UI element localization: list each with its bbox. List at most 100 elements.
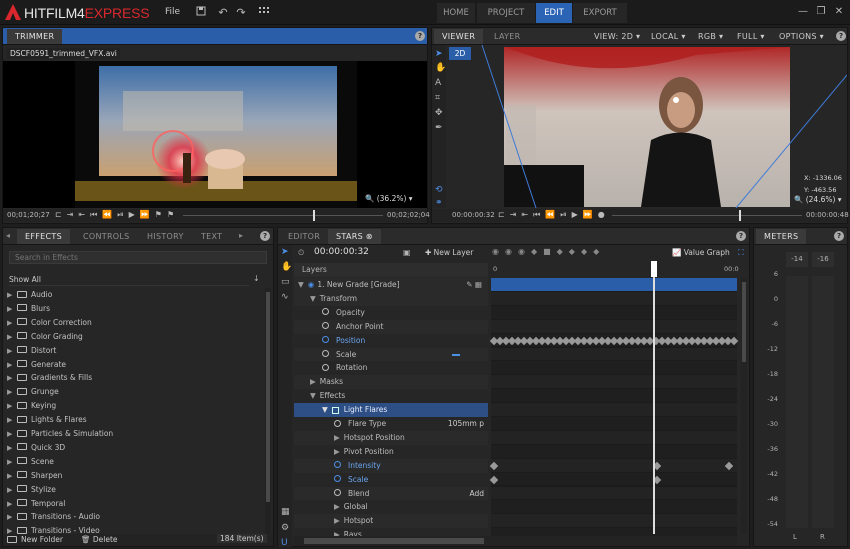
effect-category[interactable]: ▶ Scene <box>7 455 263 469</box>
layer-row[interactable]: ▼ ◉ 1. New Grade [Grade] ✎ ▦ <box>294 278 488 292</box>
track-row[interactable] <box>491 403 737 416</box>
playhead-handle[interactable] <box>651 261 657 277</box>
expand-chevron-icon[interactable]: ▶ <box>7 455 17 469</box>
layer-row[interactable]: Blend Add <box>294 486 488 501</box>
effect-category[interactable]: ▶ Sharpen <box>7 469 263 483</box>
menu-file[interactable]: File <box>165 7 180 17</box>
layer-row[interactable]: ▶ Hotspot Position <box>294 430 488 445</box>
track-row[interactable] <box>491 500 737 514</box>
magnet-icon[interactable]: U <box>281 538 288 548</box>
tab-text[interactable]: TEXT <box>193 229 230 244</box>
delete-button[interactable]: 🗑 Delete <box>81 535 118 544</box>
layer-row[interactable]: ▼ Light Flares <box>294 403 488 418</box>
track-row[interactable] <box>491 347 737 361</box>
effect-category[interactable]: ▶ Grunge <box>7 385 263 399</box>
layer-row[interactable]: Position <box>294 333 488 348</box>
text-tool-icon[interactable]: A <box>435 78 441 88</box>
effect-category[interactable]: ▶ Lights & Flares <box>7 413 263 427</box>
visibility-icon[interactable]: ◉ <box>308 280 315 289</box>
timeline-tracks[interactable] <box>489 278 739 542</box>
new-folder-button[interactable]: New Folder <box>7 535 63 544</box>
tab-stars[interactable]: STARS ⊗ <box>328 229 381 244</box>
trimmer-zoom[interactable]: 🔍 (36.2%) ▾ <box>365 194 413 203</box>
effect-category[interactable]: ▶ Quick 3D <box>7 441 263 455</box>
keyframe-toggle-icon[interactable] <box>322 336 329 344</box>
keyframe-toggle-icon[interactable] <box>334 461 341 469</box>
editor-h-scrollbar[interactable] <box>294 536 737 546</box>
tab-effects[interactable]: EFFECTS <box>17 229 70 244</box>
expand-chevron-icon[interactable]: ▶ <box>7 316 17 330</box>
keyframe-toggle-icon[interactable] <box>322 322 329 330</box>
editor-scrollbar[interactable] <box>741 278 747 534</box>
maximize-icon[interactable]: ❐ <box>814 5 828 19</box>
composite-icon[interactable]: ▦ <box>281 507 290 517</box>
sort-icon[interactable]: ↓ <box>253 274 260 283</box>
viewer-scrubber[interactable] <box>612 215 802 216</box>
track-row[interactable] <box>491 472 737 486</box>
tabs-left-arrow-icon[interactable]: ◂ <box>6 231 10 240</box>
layer-row[interactable]: Rotation <box>294 361 488 376</box>
timeline-playhead[interactable] <box>653 261 655 534</box>
expand-chevron-icon[interactable]: ▶ <box>334 433 340 442</box>
timeline-ruler[interactable]: 0 00:0 <box>491 263 739 277</box>
property-value[interactable]: 105mm p <box>448 417 484 431</box>
track-row[interactable] <box>491 444 737 458</box>
expand-chevron-icon[interactable]: ▶ <box>7 399 17 413</box>
slip-tool-icon[interactable]: ▭ <box>281 277 290 287</box>
layer-row[interactable]: Scale <box>294 472 488 487</box>
trimmer-transport-icons[interactable]: ⊏⇥⇤⏮⏪⏯▶⏩⚑⚑ <box>55 210 179 220</box>
settings-icon[interactable]: ⚙ <box>281 523 289 533</box>
layer-row[interactable]: ▶ Masks <box>294 375 488 390</box>
expand-chevron-icon[interactable]: ▶ <box>7 344 17 358</box>
curve-tool-icon[interactable]: ∿ <box>281 292 289 302</box>
layer-edit-icons[interactable]: ✎ ▦ <box>466 278 482 292</box>
effect-category[interactable]: ▶ Blurs <box>7 302 263 316</box>
effect-category[interactable]: ▶ Particles & Simulation <box>7 427 263 441</box>
effect-category[interactable]: ▶ Gradients & Fills <box>7 371 263 385</box>
value-graph-button[interactable]: 📈 Value Graph <box>672 248 730 257</box>
expand-chevron-icon[interactable]: ▶ <box>7 483 17 497</box>
collapse-chevron-icon[interactable]: ▼ <box>322 405 328 414</box>
layer-row[interactable]: Anchor Point <box>294 319 488 334</box>
track-row[interactable] <box>491 305 737 319</box>
render-icon[interactable]: ▣ <box>403 248 411 257</box>
tab-viewer[interactable]: VIEWER <box>434 29 484 44</box>
expand-chevron-icon[interactable]: ▶ <box>334 447 340 456</box>
layer-row[interactable]: Opacity <box>294 305 488 320</box>
keyframe-toggle-icon[interactable] <box>334 475 341 483</box>
expand-chevron-icon[interactable]: ▶ <box>7 510 17 524</box>
space-dropdown[interactable]: LOCAL ▾ <box>643 29 694 44</box>
track-row[interactable] <box>491 458 737 472</box>
close-icon[interactable]: ✕ <box>832 5 846 19</box>
effect-category[interactable]: ▶ Distort <box>7 344 263 358</box>
expand-chevron-icon[interactable]: ▶ <box>7 497 17 511</box>
effect-category[interactable]: ▶ Temporal <box>7 497 263 511</box>
tab-editor[interactable]: EDITOR <box>280 229 328 244</box>
layer-row[interactable]: ▶ Hotspot <box>294 514 488 529</box>
expand-chevron-icon[interactable]: ▶ <box>334 516 340 525</box>
effects-search-input[interactable] <box>9 251 267 264</box>
expand-chevron-icon[interactable]: ▶ <box>7 427 17 441</box>
track-row[interactable] <box>491 319 737 333</box>
crop-tool-icon[interactable]: ⌗ <box>435 93 440 103</box>
track-row[interactable] <box>491 486 737 500</box>
hand-tool-icon[interactable]: ✋ <box>281 262 292 272</box>
expand-chevron-icon[interactable]: ▶ <box>7 302 17 316</box>
viewer-zoom[interactable]: 🔍 (24.6%) ▾ <box>794 195 842 204</box>
effect-category[interactable]: ▶ Transitions - Audio <box>7 510 263 524</box>
keyframe-toggle-icon[interactable] <box>322 308 329 316</box>
pen-tool-icon[interactable]: ✒ <box>435 123 443 133</box>
select-tool-icon[interactable]: ➤ <box>435 49 443 59</box>
keyframe-nav-icons[interactable]: ◉◉◉◆■◆◆◆◆ <box>492 247 605 256</box>
collapse-chevron-icon[interactable]: ▼ <box>310 391 316 400</box>
track-row[interactable] <box>491 417 737 430</box>
effect-category[interactable]: ▶ Color Correction <box>7 316 263 330</box>
help-icon[interactable]: ? <box>836 31 846 41</box>
viewer-playhead[interactable] <box>739 210 741 221</box>
viewer-canvas[interactable] <box>446 44 848 209</box>
keyframe-toggle-icon[interactable] <box>322 350 329 357</box>
options-dropdown[interactable]: OPTIONS ▾ <box>771 29 832 44</box>
layer-row[interactable]: Intensity <box>294 458 488 473</box>
undo-icon[interactable]: ↶ <box>216 6 230 19</box>
scale-link-icon[interactable] <box>452 353 460 356</box>
